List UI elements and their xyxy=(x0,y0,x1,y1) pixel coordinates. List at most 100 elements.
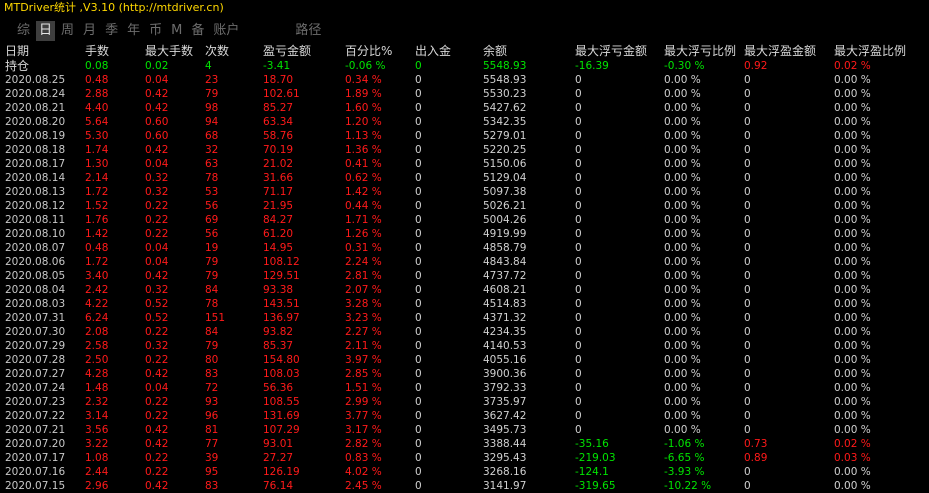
table-row[interactable]: 2020.08.06 1.72 0.04 79 108.12 2.24 % 0 4843.84… xyxy=(0,255,929,269)
header-max-float-loss[interactable]: 最大浮亏金额 xyxy=(570,44,659,59)
row-profit: 56.36 xyxy=(263,382,294,394)
row-date: 2020.08.05 xyxy=(5,270,66,282)
row-lots: 4.22 xyxy=(85,298,109,310)
header-profit[interactable]: 盈亏金额 xyxy=(258,44,340,59)
tab-monthly[interactable]: 月 xyxy=(80,21,99,41)
header-max-float-profit[interactable]: 最大浮盈金额 xyxy=(739,44,829,59)
row-profit: 108.03 xyxy=(263,368,300,380)
table-row[interactable]: 2020.08.13 1.72 0.32 53 71.17 1.42 % 0 5097.38 0… xyxy=(0,185,929,199)
table-row[interactable]: 2020.07.27 4.28 0.42 83 108.03 2.85 % 0 3900.36… xyxy=(0,367,929,381)
row-percent: 4.02 % xyxy=(345,466,382,478)
tab-daily[interactable]: 日 xyxy=(36,21,56,41)
header-max-float-profit-pct[interactable]: 最大浮盈比例 xyxy=(829,44,929,59)
table-row[interactable]: 2020.07.31 6.24 0.52 151 136.97 3.23 % 0 4371.3… xyxy=(0,311,929,325)
row-profit: 70.19 xyxy=(263,144,294,156)
row-profit: 93.01 xyxy=(263,438,294,450)
table-row[interactable]: 2020.08.05 3.40 0.42 79 129.51 2.81 % 0 4737.72… xyxy=(0,269,929,283)
header-trades[interactable]: 次数 xyxy=(200,44,258,59)
header-deposit[interactable]: 出入金 xyxy=(410,44,478,59)
row-deposit: 0 xyxy=(415,158,422,170)
table-row[interactable]: 2020.07.16 2.44 0.22 95 126.19 4.02 % 0 3268.16… xyxy=(0,465,929,479)
header-balance[interactable]: 余额 xyxy=(478,44,570,59)
row-max-float-loss: 0 xyxy=(575,214,582,226)
row-deposit: 0 xyxy=(415,298,422,310)
table-row[interactable]: 2020.07.22 3.14 0.22 96 131.69 3.77 % 0 3627.42… xyxy=(0,409,929,423)
row-deposit: 0 xyxy=(415,438,422,450)
table-row[interactable]: 2020.08.17 1.30 0.04 63 21.02 0.41 % 0 5150.06 0… xyxy=(0,157,929,171)
header-lots[interactable]: 手数 xyxy=(80,44,140,59)
row-percent: 3.23 % xyxy=(345,312,382,324)
row-percent: 1.60 % xyxy=(345,102,382,114)
row-max-float-loss-pct: 0.00 % xyxy=(664,88,701,100)
table-row[interactable]: 2020.08.19 5.30 0.60 68 58.76 1.13 % 0 5279.01 0… xyxy=(0,129,929,143)
row-profit: 154.80 xyxy=(263,354,300,366)
row-trades: 83 xyxy=(205,368,219,380)
row-max-float-loss-pct: 0.00 % xyxy=(664,158,701,170)
tab-currency[interactable]: 币 xyxy=(146,21,165,41)
table-row[interactable]: 2020.08.21 4.40 0.42 98 85.27 1.60 % 0 5427.62 0… xyxy=(0,101,929,115)
holding-trades: 4 xyxy=(205,60,212,72)
header-date[interactable]: 日期 xyxy=(0,44,80,59)
tab-account[interactable]: 账户 xyxy=(210,21,242,41)
tab-notes[interactable]: 备 xyxy=(188,21,207,41)
row-max-float-loss-pct: 0.00 % xyxy=(664,74,701,86)
table-row[interactable]: 2020.08.11 1.76 0.22 69 84.27 1.71 % 0 5004.26 0… xyxy=(0,213,929,227)
row-max-float-profit-pct: 0.02 % xyxy=(834,438,871,450)
row-deposit: 0 xyxy=(415,172,422,184)
table-row[interactable]: 2020.07.20 3.22 0.42 77 93.01 2.82 % 0 3388.44 -… xyxy=(0,437,929,451)
row-max-float-profit-pct: 0.00 % xyxy=(834,256,871,268)
table-row[interactable]: 2020.08.25 0.48 0.04 23 18.70 0.34 % 0 5548.93 0… xyxy=(0,73,929,87)
tab-magic[interactable]: M xyxy=(168,21,185,41)
row-max-float-profit: 0 xyxy=(744,116,751,128)
table-row[interactable]: 2020.07.23 2.32 0.22 93 108.55 2.99 % 0 3735.97… xyxy=(0,395,929,409)
header-percent[interactable]: 百分比% xyxy=(340,44,410,59)
tab-path[interactable]: 路径 xyxy=(292,21,324,41)
table-row[interactable]: 2020.07.29 2.58 0.32 79 85.37 2.11 % 0 4140.53 0… xyxy=(0,339,929,353)
row-profit: 76.14 xyxy=(263,480,294,492)
table-row[interactable]: 2020.07.15 2.96 0.42 83 76.14 2.45 % 0 3141.97 -… xyxy=(0,479,929,493)
row-max-float-profit-pct: 0.00 % xyxy=(834,382,871,394)
row-profit: 84.27 xyxy=(263,214,294,226)
table-row[interactable]: 2020.08.04 2.42 0.32 84 93.38 2.07 % 0 4608.21 0… xyxy=(0,283,929,297)
table-row[interactable]: 2020.08.20 5.64 0.60 94 63.34 1.20 % 0 5342.35 0… xyxy=(0,115,929,129)
table-row[interactable]: 2020.07.30 2.08 0.22 84 93.82 2.27 % 0 4234.35 0… xyxy=(0,325,929,339)
row-max-lots: 0.22 xyxy=(145,396,169,408)
table-row[interactable]: 2020.07.24 1.48 0.04 72 56.36 1.51 % 0 3792.33 0… xyxy=(0,381,929,395)
tab-weekly[interactable]: 周 xyxy=(58,21,77,41)
tab-yearly[interactable]: 年 xyxy=(124,21,143,41)
table-row[interactable]: 2020.07.21 3.56 0.42 81 107.29 3.17 % 0 3495.73… xyxy=(0,423,929,437)
table-row[interactable]: 2020.07.17 1.08 0.22 39 27.27 0.83 % 0 3295.43 -… xyxy=(0,451,929,465)
row-max-float-loss: 0 xyxy=(575,172,582,184)
table-row[interactable]: 2020.08.12 1.52 0.22 56 21.95 0.44 % 0 5026.21 0… xyxy=(0,199,929,213)
header-max-lots[interactable]: 最大手数 xyxy=(140,44,200,59)
row-max-lots: 0.32 xyxy=(145,284,169,296)
tab-summary[interactable]: 综 xyxy=(14,21,33,41)
row-max-float-loss: 0 xyxy=(575,200,582,212)
table-row[interactable]: 2020.08.24 2.88 0.42 79 102.61 1.89 % 0 5530.23… xyxy=(0,87,929,101)
row-balance: 3627.42 xyxy=(483,410,527,422)
table-row[interactable]: 2020.08.14 2.14 0.32 78 31.66 0.62 % 0 5129.04 0… xyxy=(0,171,929,185)
row-deposit: 0 xyxy=(415,410,422,422)
row-balance: 3900.36 xyxy=(483,368,527,380)
holding-row[interactable]: 持仓 0.08 0.02 4 -3.41 -0.06 % 0 5548.93 -… xyxy=(0,59,929,73)
row-trades: 32 xyxy=(205,144,219,156)
table-row[interactable]: 2020.08.07 0.48 0.04 19 14.95 0.31 % 0 4858.79 0… xyxy=(0,241,929,255)
table-row[interactable]: 2020.08.18 1.74 0.42 32 70.19 1.36 % 0 5220.25 0… xyxy=(0,143,929,157)
table-row[interactable]: 2020.08.10 1.42 0.22 56 61.20 1.26 % 0 4919.99 0… xyxy=(0,227,929,241)
table-row[interactable]: 2020.08.03 4.22 0.52 78 143.51 3.28 % 0 4514.83… xyxy=(0,297,929,311)
row-max-float-loss: 0 xyxy=(575,410,582,422)
tab-quarterly[interactable]: 季 xyxy=(102,21,121,41)
row-max-lots: 0.04 xyxy=(145,256,169,268)
row-deposit: 0 xyxy=(415,116,422,128)
row-date: 2020.08.06 xyxy=(5,256,66,268)
row-max-lots: 0.04 xyxy=(145,158,169,170)
row-deposit: 0 xyxy=(415,340,422,352)
header-max-float-loss-pct[interactable]: 最大浮亏比例 xyxy=(659,44,739,59)
row-profit: 31.66 xyxy=(263,172,294,184)
row-balance: 4140.53 xyxy=(483,340,527,352)
row-deposit: 0 xyxy=(415,270,422,282)
table-row[interactable]: 2020.07.28 2.50 0.22 80 154.80 3.97 % 0 4055.16… xyxy=(0,353,929,367)
row-max-float-loss: 0 xyxy=(575,74,582,86)
row-percent: 2.45 % xyxy=(345,480,382,492)
row-deposit: 0 xyxy=(415,228,422,240)
